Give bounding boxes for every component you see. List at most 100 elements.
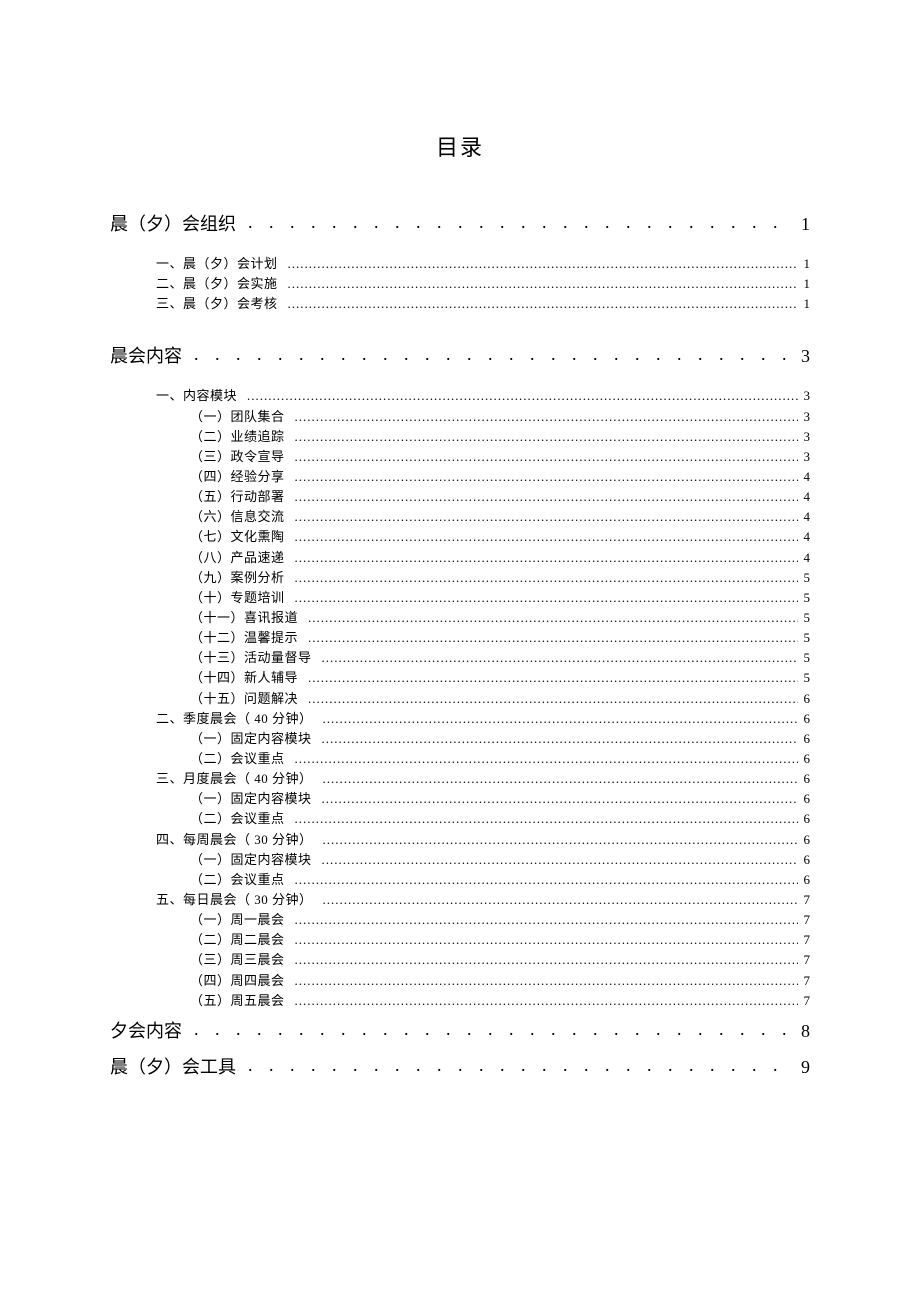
toc-leader-dots: ........................................… — [295, 588, 798, 608]
toc-leader-dots: ........................................… — [295, 487, 798, 507]
toc-page: 4 — [798, 487, 811, 507]
toc-leader-dots: ........................................… — [323, 769, 798, 789]
toc-entry-level3: （五）行动部署.................................… — [190, 487, 810, 507]
toc-leader-dots: ........................................… — [295, 447, 798, 467]
toc-entry-level3: （一）固定内容模块...............................… — [190, 789, 810, 809]
toc-page: 6 — [798, 830, 811, 850]
toc-entry-level1: 晨（夕）会组织 . . . . . . . . . . . . . . . . … — [110, 210, 810, 236]
toc-label: （二）周二晨会 — [190, 930, 285, 950]
toc-label: （九）案例分析 — [190, 568, 285, 588]
toc-label: 晨会内容 — [110, 342, 182, 368]
toc-leader-dots: ........................................… — [308, 689, 797, 709]
toc-label: 晨（夕）会工具 — [110, 1053, 236, 1079]
toc-label: 五、每日晨会（ 30 分钟） — [156, 890, 313, 910]
toc-label: （二）会议重点 — [190, 870, 285, 890]
toc-page: 4 — [798, 507, 811, 527]
toc-leader-dots: ........................................… — [295, 910, 798, 930]
toc-page: 3 — [798, 386, 811, 406]
toc-leader-dots: ........................................… — [295, 568, 798, 588]
toc-entry-level2: 四、每周晨会（ 30 分钟）..........................… — [156, 830, 810, 850]
toc-leader-dots: ........................................… — [295, 507, 798, 527]
toc-page: 9 — [795, 1057, 810, 1078]
toc-entry-level3: （二）周二晨会.................................… — [190, 930, 810, 950]
toc-entry-level2: 一、内容模块..................................… — [156, 386, 810, 406]
toc-page: 4 — [798, 527, 811, 547]
toc-leader-dots: . . . . . . . . . . . . . . . . . . . . … — [248, 1055, 795, 1076]
toc-entry-level3: （一）固定内容模块...............................… — [190, 729, 810, 749]
toc-entry-level3: （二）业绩追踪.................................… — [190, 427, 810, 447]
toc-entry-level3: （十二）温馨提示................................… — [190, 628, 810, 648]
toc-page: 6 — [798, 709, 811, 729]
toc-entry-level2: 一、晨（夕）会计划...............................… — [156, 254, 810, 274]
toc-entry-level3: （十三）活动量督导...............................… — [190, 648, 810, 668]
toc-page: 4 — [798, 467, 811, 487]
toc-leader-dots: ........................................… — [308, 668, 797, 688]
toc-label: （四）经验分享 — [190, 467, 285, 487]
toc-label: （十四）新人辅导 — [190, 668, 298, 688]
toc-leader-dots: ........................................… — [295, 749, 798, 769]
toc-entry-level2: 三、晨（夕）会考核...............................… — [156, 294, 810, 314]
toc-label: （五）周五晨会 — [190, 991, 285, 1011]
toc-entry-level3: （六）信息交流.................................… — [190, 507, 810, 527]
toc-page: 3 — [795, 346, 810, 367]
toc-entry-level3: （九）案例分析.................................… — [190, 568, 810, 588]
toc-page: 3 — [798, 407, 811, 427]
toc-leader-dots: ........................................… — [295, 427, 798, 447]
toc-entry-level3: （一）周一晨会.................................… — [190, 910, 810, 930]
toc-page: 7 — [798, 971, 811, 991]
toc-page: 6 — [798, 809, 811, 829]
toc-label: （一）团队集合 — [190, 407, 285, 427]
toc-entry-level2: 二、晨（夕）会实施...............................… — [156, 274, 810, 294]
toc-page: 8 — [795, 1021, 810, 1042]
toc-entry-level3: （八）产品速递.................................… — [190, 548, 810, 568]
toc-leader-dots: ........................................… — [288, 274, 798, 294]
toc-leader-dots: . . . . . . . . . . . . . . . . . . . . … — [194, 344, 795, 365]
toc-label: 一、内容模块 — [156, 386, 237, 406]
toc-entry-level3: （二）会议重点.................................… — [190, 749, 810, 769]
toc-page: 1 — [798, 254, 811, 274]
toc-label: （二）会议重点 — [190, 749, 285, 769]
toc-label: （一）固定内容模块 — [190, 789, 312, 809]
toc-title: 目录 — [110, 130, 810, 162]
toc-page: 7 — [798, 950, 811, 970]
toc-entry-level1: 夕会内容 . . . . . . . . . . . . . . . . . .… — [110, 1017, 810, 1043]
toc-entry-level3: （十一）喜讯报道................................… — [190, 608, 810, 628]
toc-entry-level3: （十四）新人辅导................................… — [190, 668, 810, 688]
toc-label: （二）业绩追踪 — [190, 427, 285, 447]
toc-entry-level2: 五、每日晨会（ 30 分钟）..........................… — [156, 890, 810, 910]
toc-page: 6 — [798, 689, 811, 709]
toc-label: 二、晨（夕）会实施 — [156, 274, 278, 294]
toc-page: 5 — [798, 608, 811, 628]
toc-leader-dots: ........................................… — [295, 971, 798, 991]
toc-page: 1 — [798, 294, 811, 314]
toc-entry-level3: （一）团队集合.................................… — [190, 407, 810, 427]
toc-page: 1 — [795, 214, 810, 235]
toc-page: 6 — [798, 789, 811, 809]
toc-page: 6 — [798, 749, 811, 769]
toc-entry-level3: （二）会议重点.................................… — [190, 870, 810, 890]
toc-page: 5 — [798, 668, 811, 688]
toc-entry-level3: （四）经验分享.................................… — [190, 467, 810, 487]
toc-label: （四）周四晨会 — [190, 971, 285, 991]
toc-leader-dots: ........................................… — [308, 608, 797, 628]
toc-leader-dots: ........................................… — [295, 467, 798, 487]
toc-label: （三）周三晨会 — [190, 950, 285, 970]
toc-label: （十三）活动量督导 — [190, 648, 312, 668]
toc-page: 6 — [798, 870, 811, 890]
toc-label: （十）专题培训 — [190, 588, 285, 608]
toc-page: 3 — [798, 447, 811, 467]
toc-entry-level3: （二）会议重点.................................… — [190, 809, 810, 829]
toc-entry-level3: （三）周三晨会.................................… — [190, 950, 810, 970]
toc-leader-dots: ........................................… — [295, 527, 798, 547]
toc-page: 5 — [798, 628, 811, 648]
toc-entry-level3: （五）周五晨会.................................… — [190, 991, 810, 1011]
toc-leader-dots: ........................................… — [308, 628, 797, 648]
toc-leader-dots: ........................................… — [288, 294, 798, 314]
toc-entry-level1: 晨会内容 . . . . . . . . . . . . . . . . . .… — [110, 342, 810, 368]
toc-page: 4 — [798, 548, 811, 568]
toc-page: 5 — [798, 648, 811, 668]
toc-label: （十五）问题解决 — [190, 689, 298, 709]
toc-label: （一）固定内容模块 — [190, 729, 312, 749]
toc-entry-level1: 晨（夕）会工具 . . . . . . . . . . . . . . . . … — [110, 1053, 810, 1079]
toc-page: 5 — [798, 588, 811, 608]
